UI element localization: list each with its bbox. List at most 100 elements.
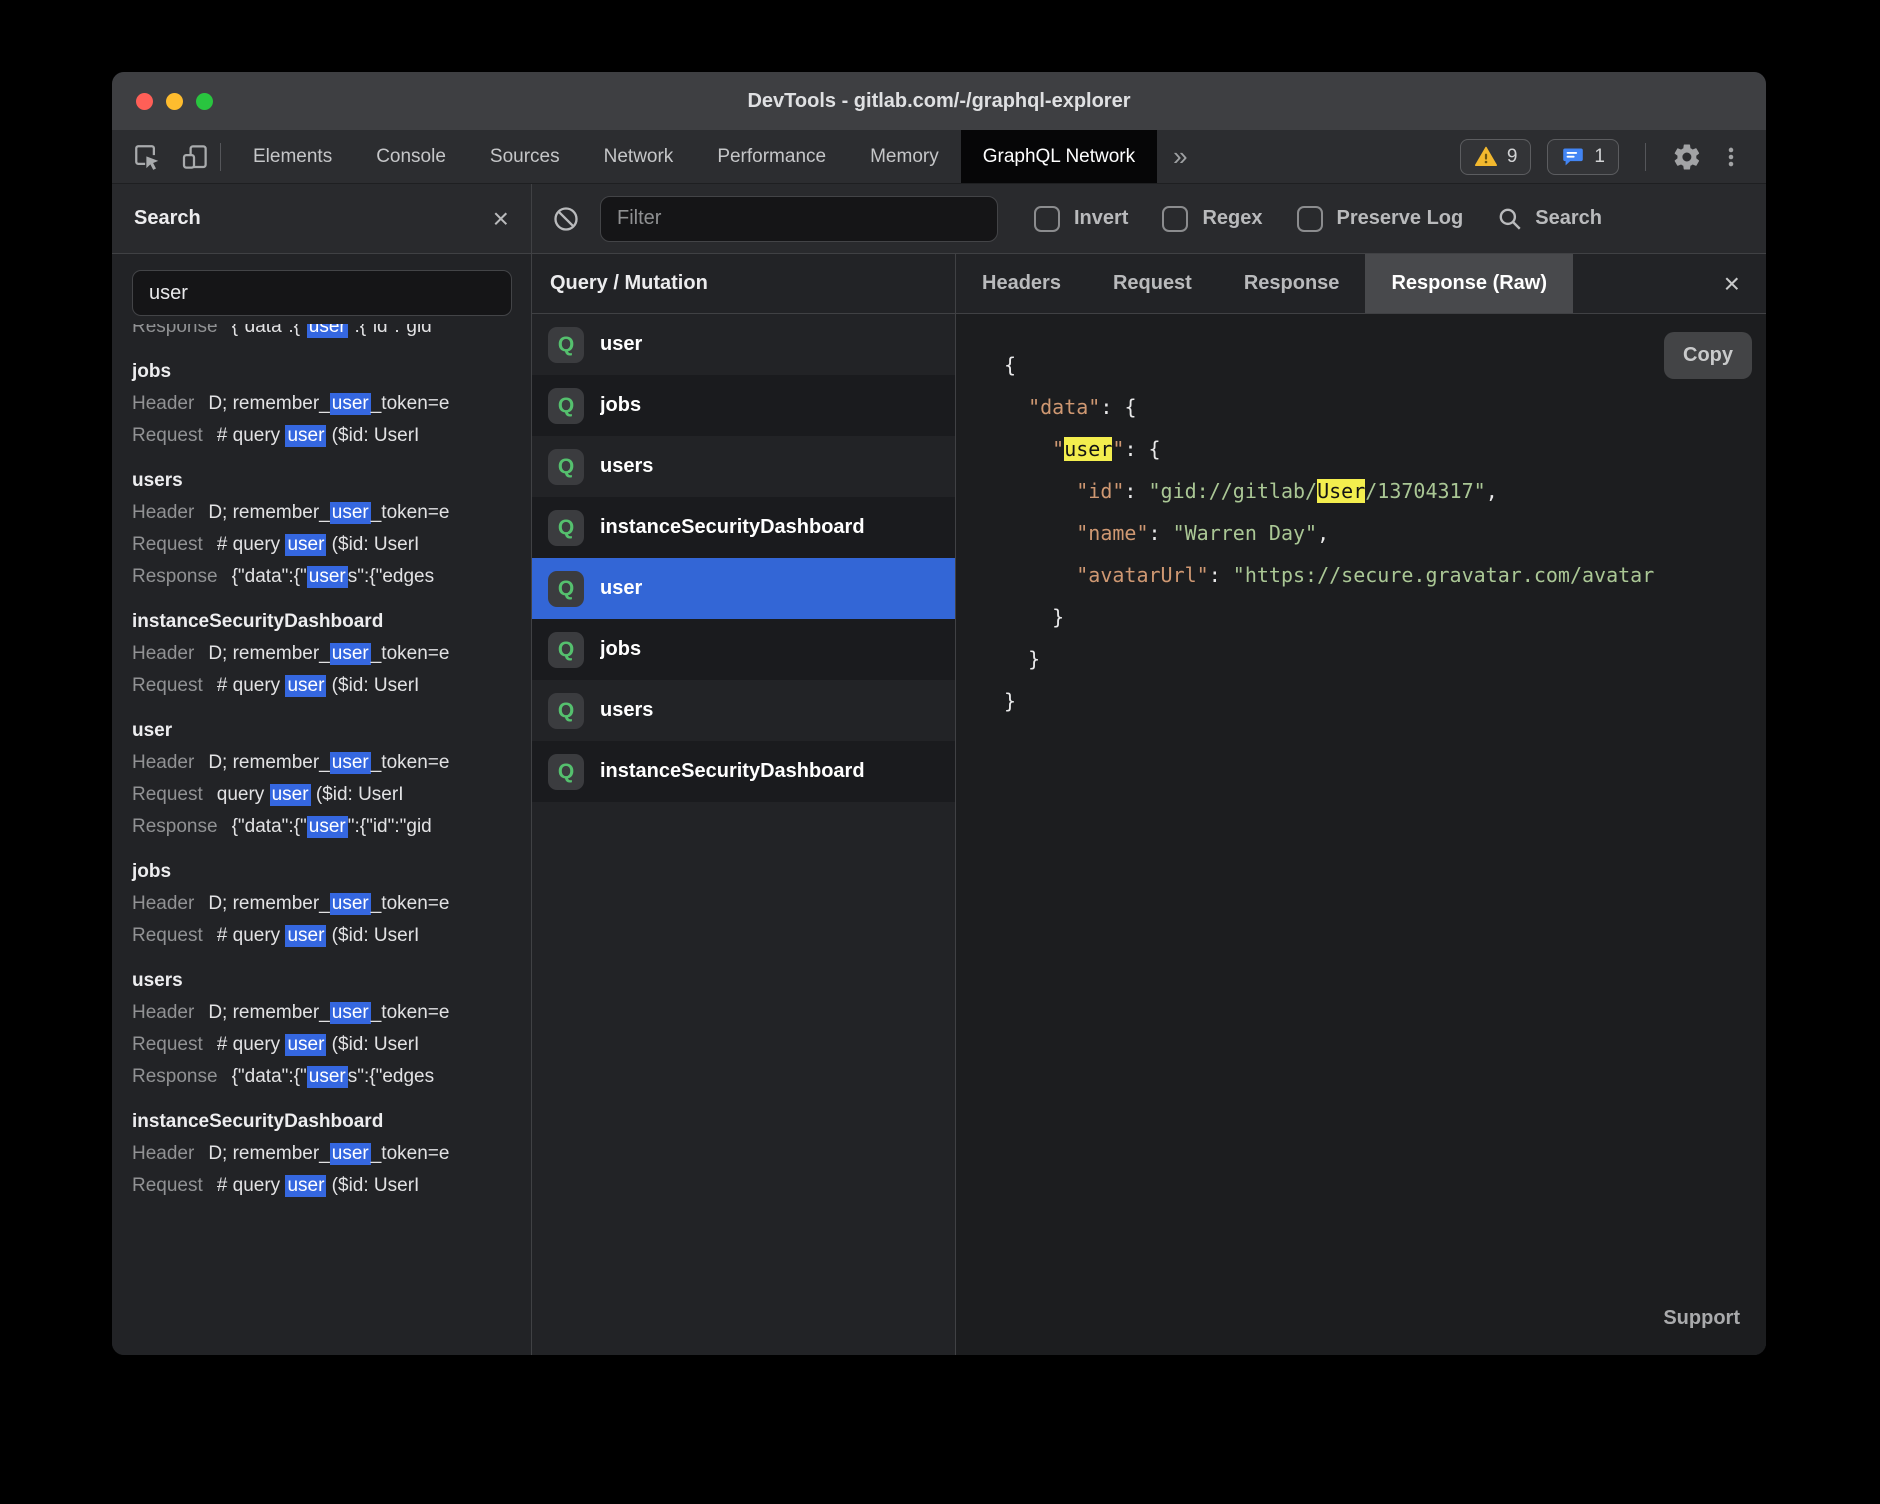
checkbox-box-preserve-log[interactable]	[1297, 206, 1323, 232]
tab-network[interactable]: Network	[582, 130, 696, 183]
search-result-response-line[interactable]: Response {"data":{"users":{"edges	[112, 561, 531, 593]
settings-gear-icon[interactable]	[1672, 142, 1702, 172]
search-result-title[interactable]: jobs	[112, 843, 531, 888]
result-line-text: {"data":{"user":{"id":"gid	[232, 324, 432, 338]
search-result-header-line[interactable]: HeaderD; remember_user_token=e	[112, 388, 531, 420]
more-tabs-button[interactable]: »	[1157, 130, 1203, 183]
tab-sources[interactable]: Sources	[468, 130, 582, 183]
query-row-users[interactable]: Qusers	[532, 436, 955, 497]
result-line-text: D; remember_user_token=e	[208, 752, 449, 774]
search-result-title[interactable]: instanceSecurityDashboard	[112, 593, 531, 638]
search-result-request-line[interactable]: Request# query user ($id: UserI	[112, 420, 531, 452]
window-title: DevTools - gitlab.com/-/graphql-explorer	[747, 90, 1130, 113]
checkbox-label-invert: Invert	[1074, 207, 1128, 230]
traffic-lights	[136, 72, 213, 130]
search-result-title[interactable]: jobs	[112, 343, 531, 388]
json-line: "user": {	[1004, 428, 1766, 470]
search-result-title[interactable]: users	[112, 952, 531, 997]
search-result-request-line[interactable]: Request# query user ($id: UserI	[112, 1029, 531, 1061]
search-result-title[interactable]: instanceSecurityDashboard	[112, 1093, 531, 1138]
message-icon	[1561, 145, 1585, 169]
result-line-label: Header	[132, 1002, 194, 1024]
query-type-badge: Q	[548, 510, 584, 546]
query-row-user[interactable]: Quser	[532, 314, 955, 375]
query-type-badge: Q	[548, 632, 584, 668]
result-line-label: Header	[132, 1143, 194, 1165]
result-line-label: Request	[132, 675, 203, 697]
zoom-window-button[interactable]	[196, 93, 213, 110]
close-details-icon[interactable]: ×	[1698, 254, 1766, 313]
tab-graphql-network[interactable]: GraphQL Network	[961, 130, 1157, 183]
result-line-text: {"data":{"users":{"edges	[232, 566, 435, 588]
close-window-button[interactable]	[136, 93, 153, 110]
search-input[interactable]	[132, 270, 512, 316]
minimize-window-button[interactable]	[166, 93, 183, 110]
device-toolbar-icon[interactable]	[180, 142, 210, 172]
tab-elements[interactable]: Elements	[231, 130, 354, 183]
result-line-label: Header	[132, 893, 194, 915]
result-line-text: D; remember_user_token=e	[208, 643, 449, 665]
messages-count: 1	[1594, 146, 1605, 168]
toolbar-divider	[220, 143, 221, 171]
support-link[interactable]: Support	[1663, 1297, 1740, 1339]
search-result-request-line[interactable]: Request# query user ($id: UserI	[112, 920, 531, 952]
checkbox-preserve-log[interactable]: Preserve Log	[1297, 206, 1464, 232]
response-tab-response[interactable]: Response	[1218, 254, 1366, 313]
search-result-title[interactable]: users	[112, 452, 531, 497]
response-tab-headers[interactable]: Headers	[956, 254, 1087, 313]
search-result-response-line[interactable]: Response{"data":{"user":{"id":"gid	[112, 324, 531, 343]
search-result-request-line[interactable]: Request# query user ($id: UserI	[112, 1170, 531, 1202]
result-line-text: # query user ($id: UserI	[217, 1175, 420, 1197]
checkbox-box-regex[interactable]	[1162, 206, 1188, 232]
messages-badge[interactable]: 1	[1547, 139, 1619, 175]
result-line-label: Request	[132, 425, 203, 447]
search-result-response-line[interactable]: Response{"data":{"users":{"edges	[112, 1061, 531, 1093]
tab-memory[interactable]: Memory	[848, 130, 961, 183]
query-row-instancesecuritydashboard[interactable]: QinstanceSecurityDashboard	[532, 741, 955, 802]
search-result-header-line[interactable]: HeaderD; remember_user_token=e	[112, 497, 531, 529]
inspect-element-icon[interactable]	[132, 142, 162, 172]
query-row-users[interactable]: Qusers	[532, 680, 955, 741]
query-row-jobs[interactable]: Qjobs	[532, 375, 955, 436]
checkbox-label-preserve-log: Preserve Log	[1337, 207, 1464, 230]
response-tab-request[interactable]: Request	[1087, 254, 1218, 313]
kebab-menu-icon[interactable]	[1718, 142, 1744, 172]
tab-performance[interactable]: Performance	[695, 130, 848, 183]
filter-checkboxes: Invert Regex Preserve Log	[1034, 206, 1497, 232]
checkbox-label-regex: Regex	[1202, 207, 1262, 230]
query-row-jobs[interactable]: Qjobs	[532, 619, 955, 680]
close-search-panel-icon[interactable]: ×	[493, 205, 509, 233]
raw-response-viewer: Copy { "data": { "user": { "id": "gid://…	[956, 314, 1766, 1355]
search-result-request-line[interactable]: Requestquery user ($id: UserI	[112, 779, 531, 811]
tab-console[interactable]: Console	[354, 130, 468, 183]
result-line-text: D; remember_user_token=e	[208, 502, 449, 524]
checkbox-regex[interactable]: Regex	[1162, 206, 1262, 232]
query-mutation-header: Query / Mutation	[532, 254, 955, 314]
search-result-response-line[interactable]: Response{"data":{"user":{"id":"gid	[112, 811, 531, 843]
search-result-header-line[interactable]: HeaderD; remember_user_token=e	[112, 638, 531, 670]
checkbox-invert[interactable]: Invert	[1034, 206, 1128, 232]
copy-button[interactable]: Copy	[1664, 332, 1752, 379]
query-type-badge: Q	[548, 693, 584, 729]
search-result-header-line[interactable]: HeaderD; remember_user_token=e	[112, 747, 531, 779]
warnings-badge[interactable]: 9	[1460, 139, 1532, 175]
query-row-user-selected[interactable]: Quser	[532, 558, 955, 619]
title-bar: DevTools - gitlab.com/-/graphql-explorer	[112, 72, 1766, 130]
checkbox-box-invert[interactable]	[1034, 206, 1060, 232]
search-result-header-line[interactable]: HeaderD; remember_user_token=e	[112, 1138, 531, 1170]
result-line-label: Request	[132, 925, 203, 947]
query-row-instancesecuritydashboard[interactable]: QinstanceSecurityDashboard	[532, 497, 955, 558]
search-result-request-line[interactable]: Request# query user ($id: UserI	[112, 529, 531, 561]
query-type-badge: Q	[548, 327, 584, 363]
response-tab-response-raw[interactable]: Response (Raw)	[1365, 254, 1573, 313]
query-row-label: jobs	[600, 394, 641, 417]
search-toggle-button[interactable]: Search	[1497, 206, 1602, 232]
search-result-header-line[interactable]: Header D; remember_user_token=e	[112, 888, 531, 920]
result-line-label: Response	[132, 566, 218, 588]
search-result-title[interactable]: user	[112, 702, 531, 747]
clear-icon[interactable]	[552, 205, 580, 233]
search-result-request-line[interactable]: Request# query user ($id: UserI	[112, 670, 531, 702]
filter-input[interactable]	[600, 196, 998, 242]
search-result-header-line[interactable]: HeaderD; remember_user_token=e	[112, 997, 531, 1029]
result-line-text: D; remember_user_token=e	[208, 893, 449, 915]
